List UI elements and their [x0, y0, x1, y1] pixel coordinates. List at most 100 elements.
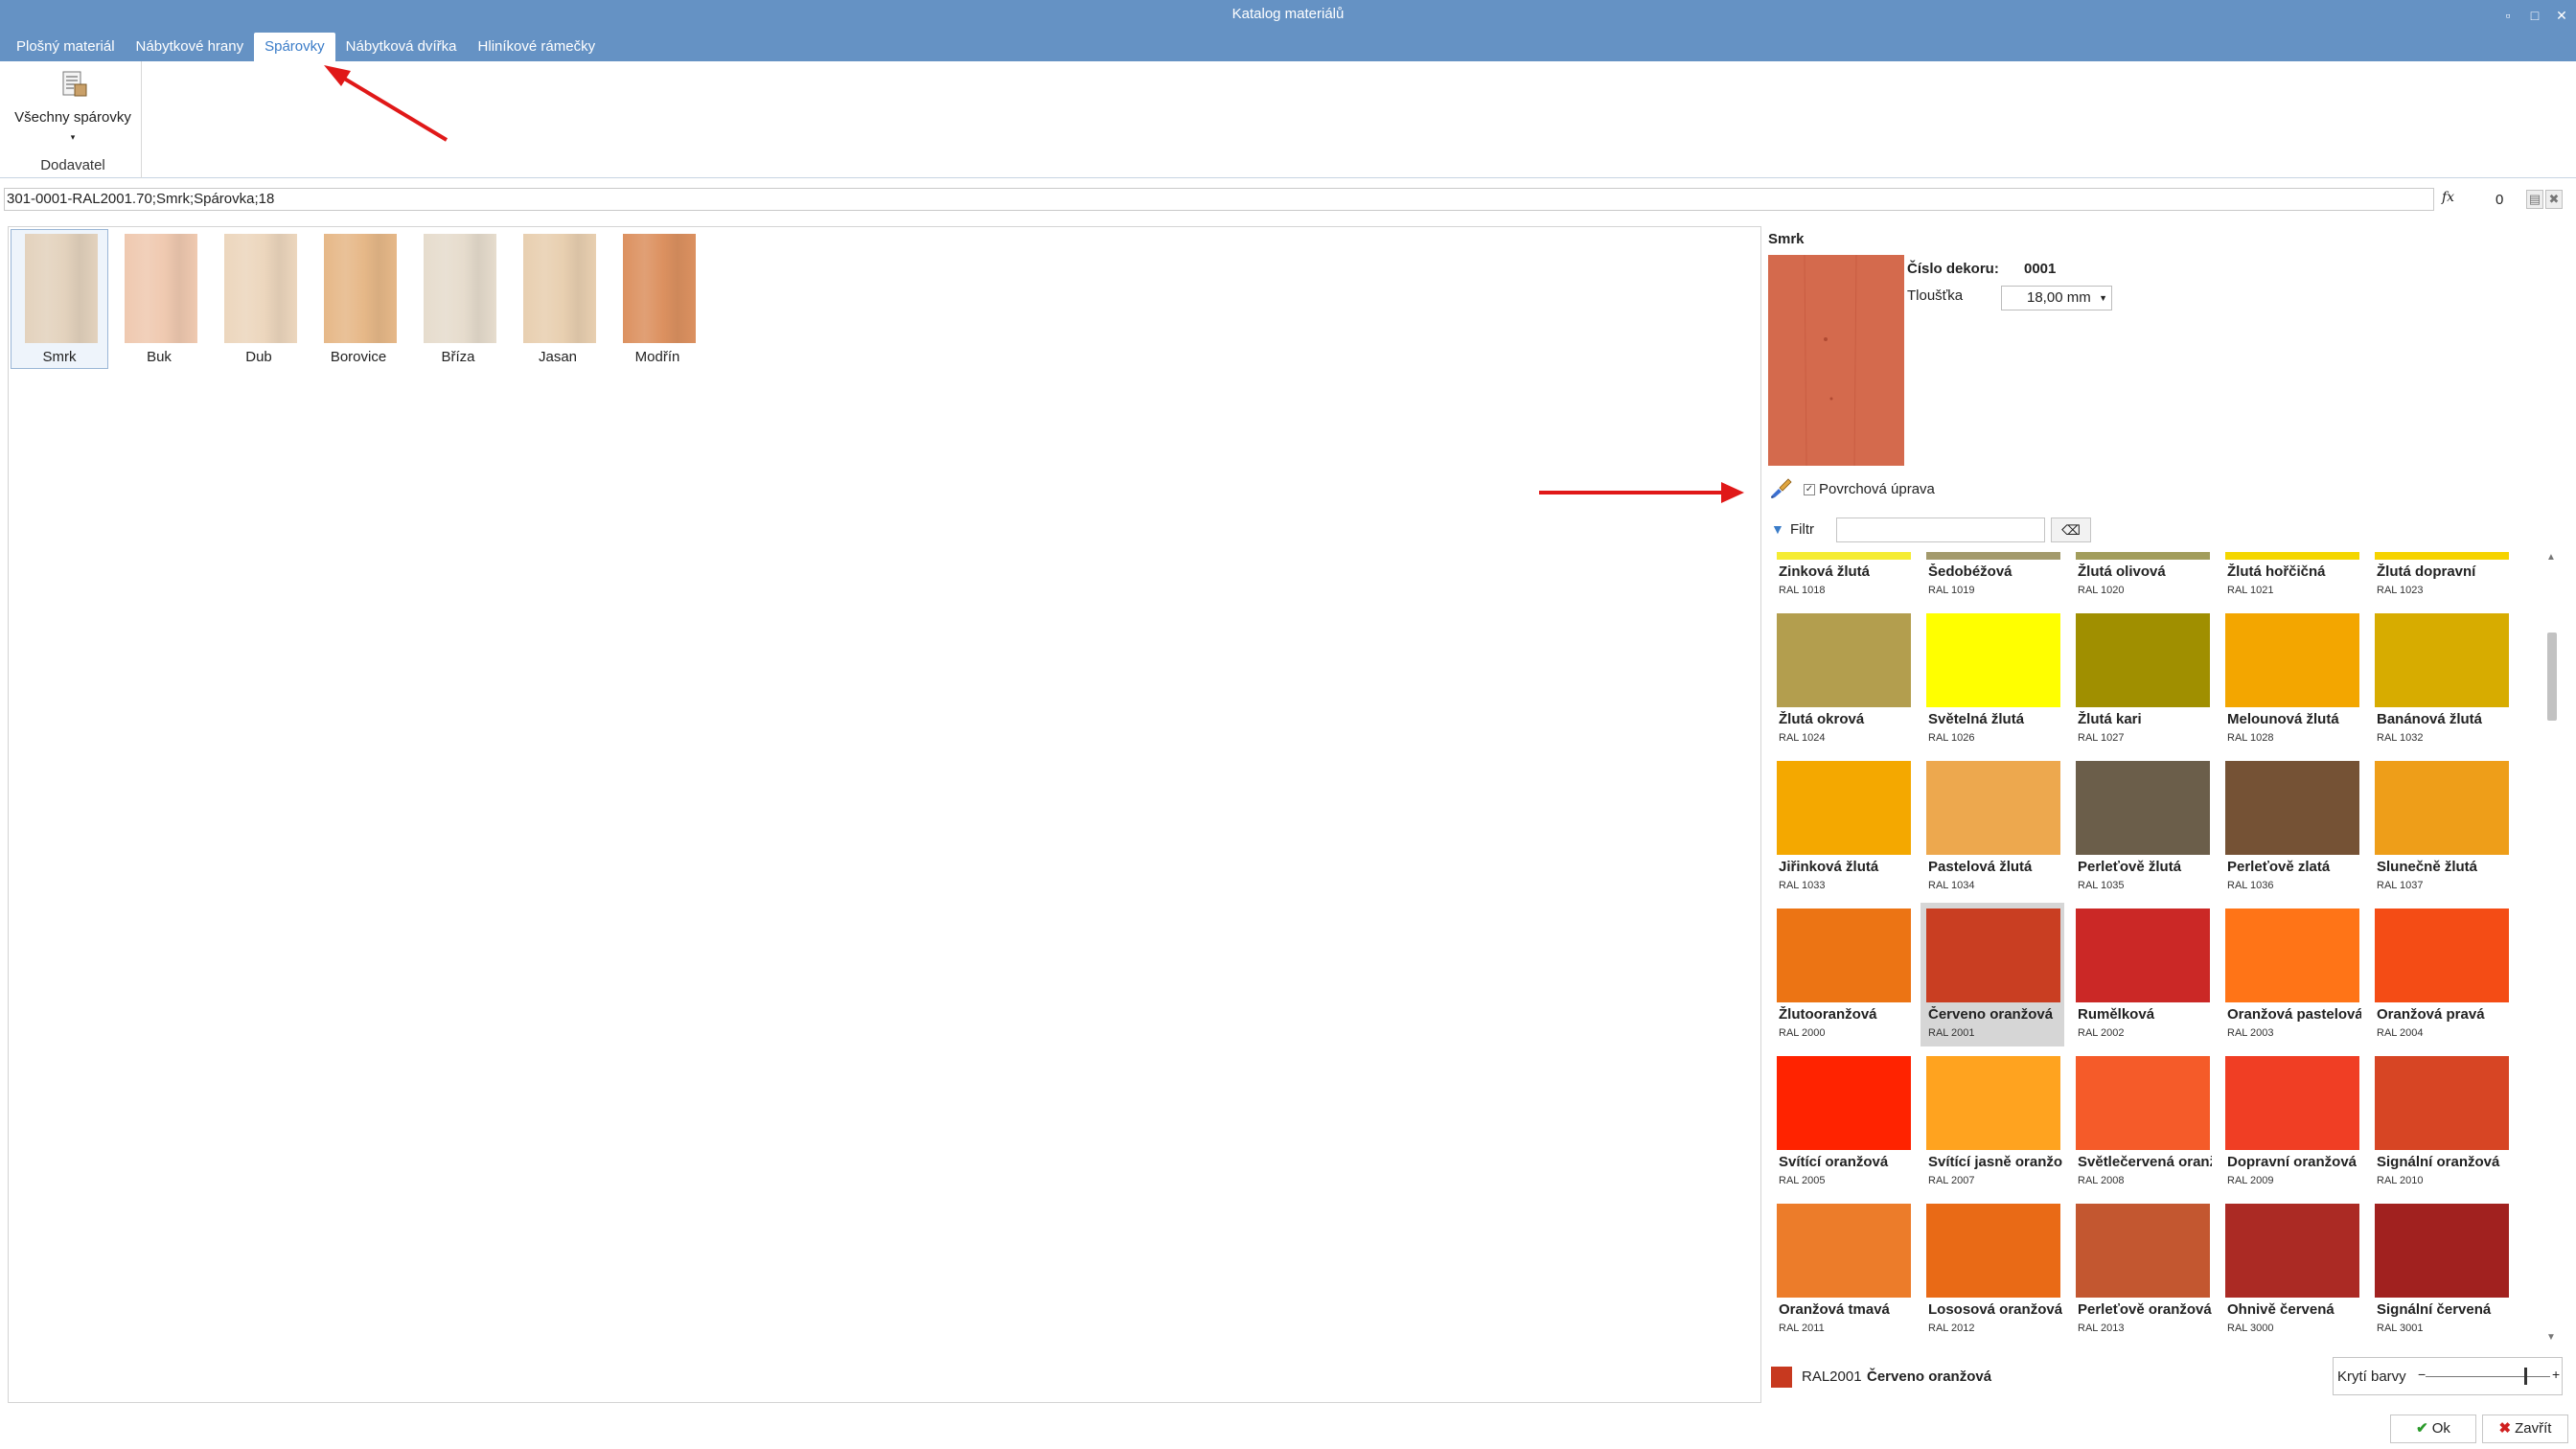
paint-brush-icon[interactable] [1769, 477, 1794, 498]
material-label: Dub [245, 349, 272, 365]
color-swatch[interactable]: Pastelová žlutá RAL 1034 [1920, 755, 2064, 899]
scroll-up-icon[interactable]: ▲ [2542, 552, 2561, 567]
scrollbar-thumb[interactable] [2547, 632, 2557, 721]
color-swatch[interactable]: Oranžová tmavá RAL 2011 [1771, 1198, 1915, 1342]
color-swatch[interactable]: Červeno oranžová RAL 2001 [1920, 903, 2064, 1046]
tab-nabytkove-hrany[interactable]: Nábytkové hrany [126, 33, 255, 61]
chevron-down-icon[interactable]: ▼ [2099, 287, 2107, 310]
color-swatch[interactable]: Šedobéžová RAL 1019 [1920, 552, 2064, 604]
color-swatch[interactable]: Perleťově zlatá RAL 1036 [2220, 755, 2363, 899]
swatch-code: RAL 1035 [2078, 880, 2125, 891]
swatch-code: RAL 2011 [1779, 1322, 1825, 1334]
decor-number-value: 0001 [2024, 261, 2057, 277]
color-swatch[interactable]: Žlutooranžová RAL 2000 [1771, 903, 1915, 1046]
swatch-color [1926, 552, 2060, 560]
color-swatch[interactable]: Perleťově žlutá RAL 1035 [2070, 755, 2214, 899]
tab-sparovky[interactable]: Spárovky [254, 33, 335, 61]
tab-hlinikove-ramecky[interactable]: Hliníkové rámečky [468, 33, 607, 61]
swatch-color [1926, 613, 2060, 707]
clear-icon[interactable]: ✖ [2545, 190, 2563, 209]
formula-icon[interactable]: fx [2442, 190, 2454, 205]
color-swatch[interactable]: Ohnivě červená RAL 3000 [2220, 1198, 2363, 1342]
material-item[interactable]: Modřín [609, 229, 706, 369]
color-swatch[interactable]: Oranžová pastelová RAL 2003 [2220, 903, 2363, 1046]
swatch-code: RAL 1027 [2078, 732, 2125, 744]
color-swatch[interactable]: Svítící jasně oranžová RAL 2007 [1920, 1050, 2064, 1194]
filter-label: Filtr [1790, 521, 1814, 538]
swatch-name: Rumělková [2078, 1006, 2155, 1023]
material-item[interactable]: Smrk [11, 229, 108, 369]
ok-label: Ok [2431, 1420, 2450, 1437]
swatch-name: Oranžová tmavá [1779, 1301, 1890, 1318]
color-swatch[interactable]: Žlutá dopravní RAL 1023 [2369, 552, 2513, 604]
color-swatch[interactable]: Žlutá hořčičná RAL 1021 [2220, 552, 2363, 604]
coverage-slider-handle[interactable] [2524, 1368, 2527, 1385]
coverage-slider-track[interactable] [2426, 1376, 2550, 1377]
color-swatch[interactable]: Melounová žlutá RAL 1028 [2220, 608, 2363, 751]
swatch-name: Žlutá okrová [1779, 711, 1865, 727]
swatch-name: Světlečervená oranžová [2078, 1154, 2212, 1170]
color-swatch[interactable]: Slunečně žlutá RAL 1037 [2369, 755, 2513, 899]
close-window-icon[interactable]: ✕ [2547, 4, 2576, 27]
thickness-value: 18,00 mm [2027, 289, 2091, 306]
color-swatch[interactable]: Lososová oranžová RAL 2012 [1920, 1198, 2064, 1342]
swatch-color [2225, 1056, 2359, 1150]
color-swatch[interactable]: Žlutá olivová RAL 1020 [2070, 552, 2214, 604]
ok-button[interactable]: ✔ Ok [2390, 1414, 2476, 1443]
color-swatch[interactable]: Rumělková RAL 2002 [2070, 903, 2214, 1046]
swatch-name: Svítící oranžová [1779, 1154, 1889, 1170]
supplier-list-icon[interactable] [59, 69, 90, 100]
swatch-name: Světelná žlutá [1928, 711, 2025, 727]
color-swatch[interactable]: Oranžová pravá RAL 2004 [2369, 903, 2513, 1046]
filter-input[interactable] [1836, 518, 2045, 542]
swatch-name: Banánová žlutá [2377, 711, 2483, 727]
swatch-scrollbar[interactable]: ▲ ▼ [2542, 552, 2561, 1347]
swatch-color [2076, 908, 2210, 1002]
coverage-label: Krytí barvy [2337, 1368, 2406, 1385]
color-swatch[interactable]: Světlečervená oranžová RAL 2008 [2070, 1050, 2214, 1194]
selected-color-swatch [1771, 1367, 1792, 1388]
swatch-color [2375, 1056, 2509, 1150]
thickness-select[interactable]: 18,00 mm ▼ [2001, 286, 2112, 310]
eraser-icon[interactable]: ⌫ [2051, 518, 2091, 542]
material-item[interactable]: Bříza [409, 229, 507, 369]
close-button[interactable]: ✖ Zavřít [2482, 1414, 2568, 1443]
swatch-code: RAL 2000 [1779, 1027, 1826, 1039]
tab-nabytkova-dvirka[interactable]: Nábytková dvířka [335, 33, 468, 61]
swatch-name: Jiřinková žlutá [1779, 859, 1879, 875]
tab-plosny-material[interactable]: Plošný materiál [6, 33, 126, 61]
color-swatch[interactable]: Zinková žlutá RAL 1018 [1771, 552, 1915, 604]
color-swatch[interactable]: Žlutá okrová RAL 1024 [1771, 608, 1915, 751]
maximize-icon[interactable]: □ [2520, 4, 2549, 27]
material-image [25, 234, 98, 343]
material-item[interactable]: Borovice [310, 229, 407, 369]
decor-preview [1768, 254, 1904, 467]
material-path-field[interactable]: 301-0001-RAL2001.70;Smrk;Spárovka;18 [4, 188, 2434, 211]
swatch-name: Signální červená [2377, 1301, 2492, 1318]
coverage-plus-icon[interactable]: + [2552, 1367, 2560, 1382]
material-item[interactable]: Dub [210, 229, 308, 369]
calculator-icon[interactable]: ▤ [2526, 190, 2543, 209]
color-swatch[interactable]: Dopravní oranžová RAL 2009 [2220, 1050, 2363, 1194]
color-swatch[interactable]: Banánová žlutá RAL 1032 [2369, 608, 2513, 751]
scroll-down-icon[interactable]: ▼ [2542, 1332, 2561, 1347]
material-item[interactable]: Buk [110, 229, 208, 369]
chevron-down-icon[interactable]: ▾ [4, 132, 142, 143]
color-swatch[interactable]: Signální oranžová RAL 2010 [2369, 1050, 2513, 1194]
color-swatch[interactable]: Perleťově oranžová RAL 2013 [2070, 1198, 2214, 1342]
coverage-minus-icon[interactable]: − [2418, 1367, 2426, 1382]
close-label: Zavřít [2515, 1420, 2552, 1437]
color-swatch[interactable]: Signální červená RAL 3001 [2369, 1198, 2513, 1342]
color-swatch[interactable]: Žlutá kari RAL 1027 [2070, 608, 2214, 751]
color-swatch[interactable]: Svítící oranžová RAL 2005 [1771, 1050, 1915, 1194]
minimize-icon[interactable]: ▫ [2494, 4, 2522, 27]
swatch-code: RAL 1018 [1779, 585, 1826, 596]
surface-treatment-checkbox[interactable]: ✓ [1804, 484, 1815, 495]
swatch-code: RAL 2005 [1779, 1175, 1826, 1186]
swatch-color [2375, 552, 2509, 560]
material-item[interactable]: Jasan [509, 229, 607, 369]
material-label: Smrk [42, 349, 77, 365]
color-swatch[interactable]: Světelná žlutá RAL 1026 [1920, 608, 2064, 751]
all-sparovky-button[interactable]: Všechny spárovky [4, 109, 142, 126]
color-swatch[interactable]: Jiřinková žlutá RAL 1033 [1771, 755, 1915, 899]
